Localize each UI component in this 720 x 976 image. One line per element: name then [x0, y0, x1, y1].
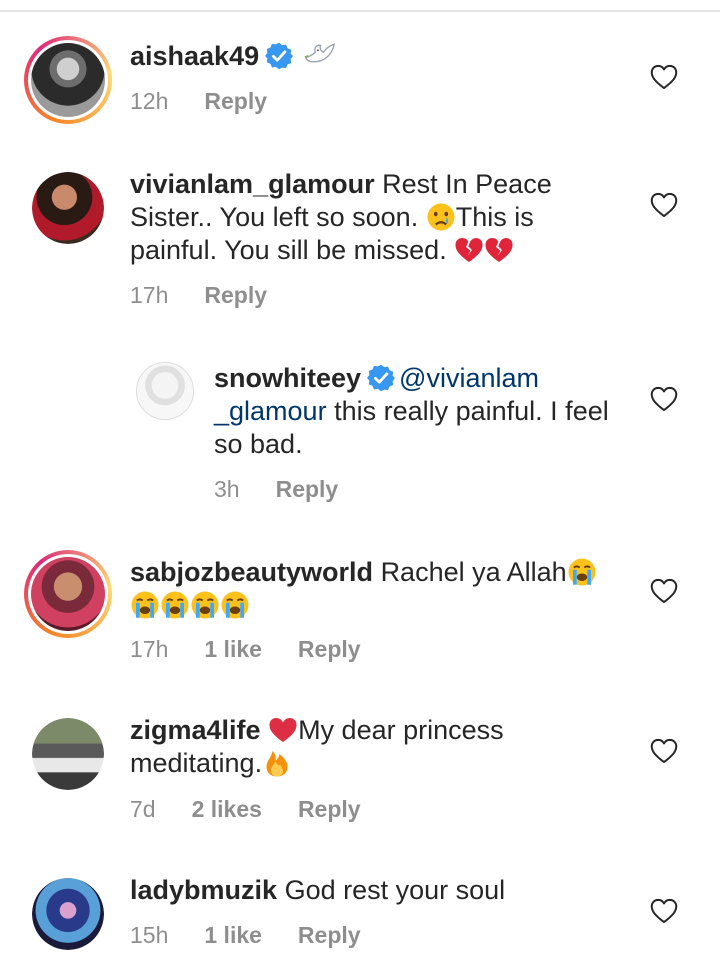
- reply-button[interactable]: Reply: [204, 282, 267, 308]
- likes-count[interactable]: 2 likes: [192, 796, 262, 822]
- timestamp: 17h: [130, 282, 169, 308]
- username[interactable]: snowhiteey: [214, 363, 361, 393]
- top-divider: [0, 10, 720, 12]
- reply-button[interactable]: Reply: [298, 796, 361, 822]
- comment-meta: 17h 1 like Reply: [130, 636, 397, 663]
- avatar[interactable]: [32, 172, 104, 244]
- comment-text: God rest your soul: [284, 875, 506, 905]
- username[interactable]: vivianlam_glamour: [130, 169, 375, 199]
- loudly-crying-face-emoji: [220, 590, 250, 620]
- avatar[interactable]: [136, 362, 194, 420]
- like-heart-icon[interactable]: [650, 578, 678, 604]
- avatar[interactable]: [32, 878, 104, 950]
- loudly-crying-face-emoji: [160, 590, 190, 620]
- loudly-crying-face-emoji: [190, 590, 220, 620]
- likes-count[interactable]: 1 like: [204, 636, 262, 662]
- verified-badge-icon: [367, 364, 395, 392]
- broken-heart-emoji: [484, 235, 514, 265]
- timestamp: 15h: [130, 922, 169, 948]
- comment-body: ladybmuzik God rest your soul: [130, 874, 610, 907]
- like-heart-icon[interactable]: [650, 738, 678, 764]
- like-heart-icon[interactable]: [650, 386, 678, 412]
- loudly-crying-face-emoji: [567, 557, 597, 587]
- username[interactable]: aishaak49: [130, 41, 259, 71]
- comment-body: vivianlam_glamour Rest In Peace Sister..…: [130, 168, 610, 267]
- timestamp: 17h: [130, 636, 169, 662]
- avatar[interactable]: [32, 718, 104, 790]
- dove-emoji: [303, 41, 337, 69]
- avatar[interactable]: [24, 36, 112, 124]
- comment-meta: 17h Reply: [130, 282, 303, 309]
- username[interactable]: ladybmuzik: [130, 875, 277, 905]
- like-heart-icon[interactable]: [650, 898, 678, 924]
- verified-badge-icon: [265, 42, 293, 70]
- reply-button[interactable]: Reply: [276, 476, 339, 502]
- reply-button[interactable]: Reply: [204, 88, 267, 114]
- like-heart-icon[interactable]: [650, 64, 678, 90]
- comment-body: aishaak49: [130, 40, 630, 73]
- comment-meta: 15h 1 like Reply: [130, 922, 397, 949]
- comment-body: zigma4life My dear princess meditating.: [130, 714, 610, 780]
- like-heart-icon[interactable]: [650, 192, 678, 218]
- crying-face-emoji: [426, 202, 456, 232]
- reply-button[interactable]: Reply: [298, 636, 361, 662]
- comment-text: Rachel ya Allah: [380, 557, 567, 587]
- loudly-crying-face-emoji: [130, 590, 160, 620]
- fire-emoji: [262, 748, 292, 778]
- comment-meta: 7d 2 likes Reply: [130, 796, 397, 823]
- red-heart-emoji: [268, 715, 298, 745]
- username[interactable]: sabjozbeautyworld: [130, 557, 373, 587]
- likes-count[interactable]: 1 like: [204, 922, 262, 948]
- timestamp: 3h: [214, 476, 240, 502]
- username[interactable]: zigma4life: [130, 715, 261, 745]
- timestamp: 12h: [130, 88, 169, 114]
- comment-body: sabjozbeautyworld Rachel ya Allah: [130, 556, 610, 622]
- comment-meta: 3h Reply: [214, 476, 374, 503]
- comment-meta: 12h Reply: [130, 88, 303, 115]
- reply-button[interactable]: Reply: [298, 922, 361, 948]
- avatar[interactable]: [24, 550, 112, 638]
- broken-heart-emoji: [454, 235, 484, 265]
- timestamp: 7d: [130, 796, 156, 822]
- comment-body: snowhiteey @vivianlam _glamour this reall…: [214, 362, 634, 461]
